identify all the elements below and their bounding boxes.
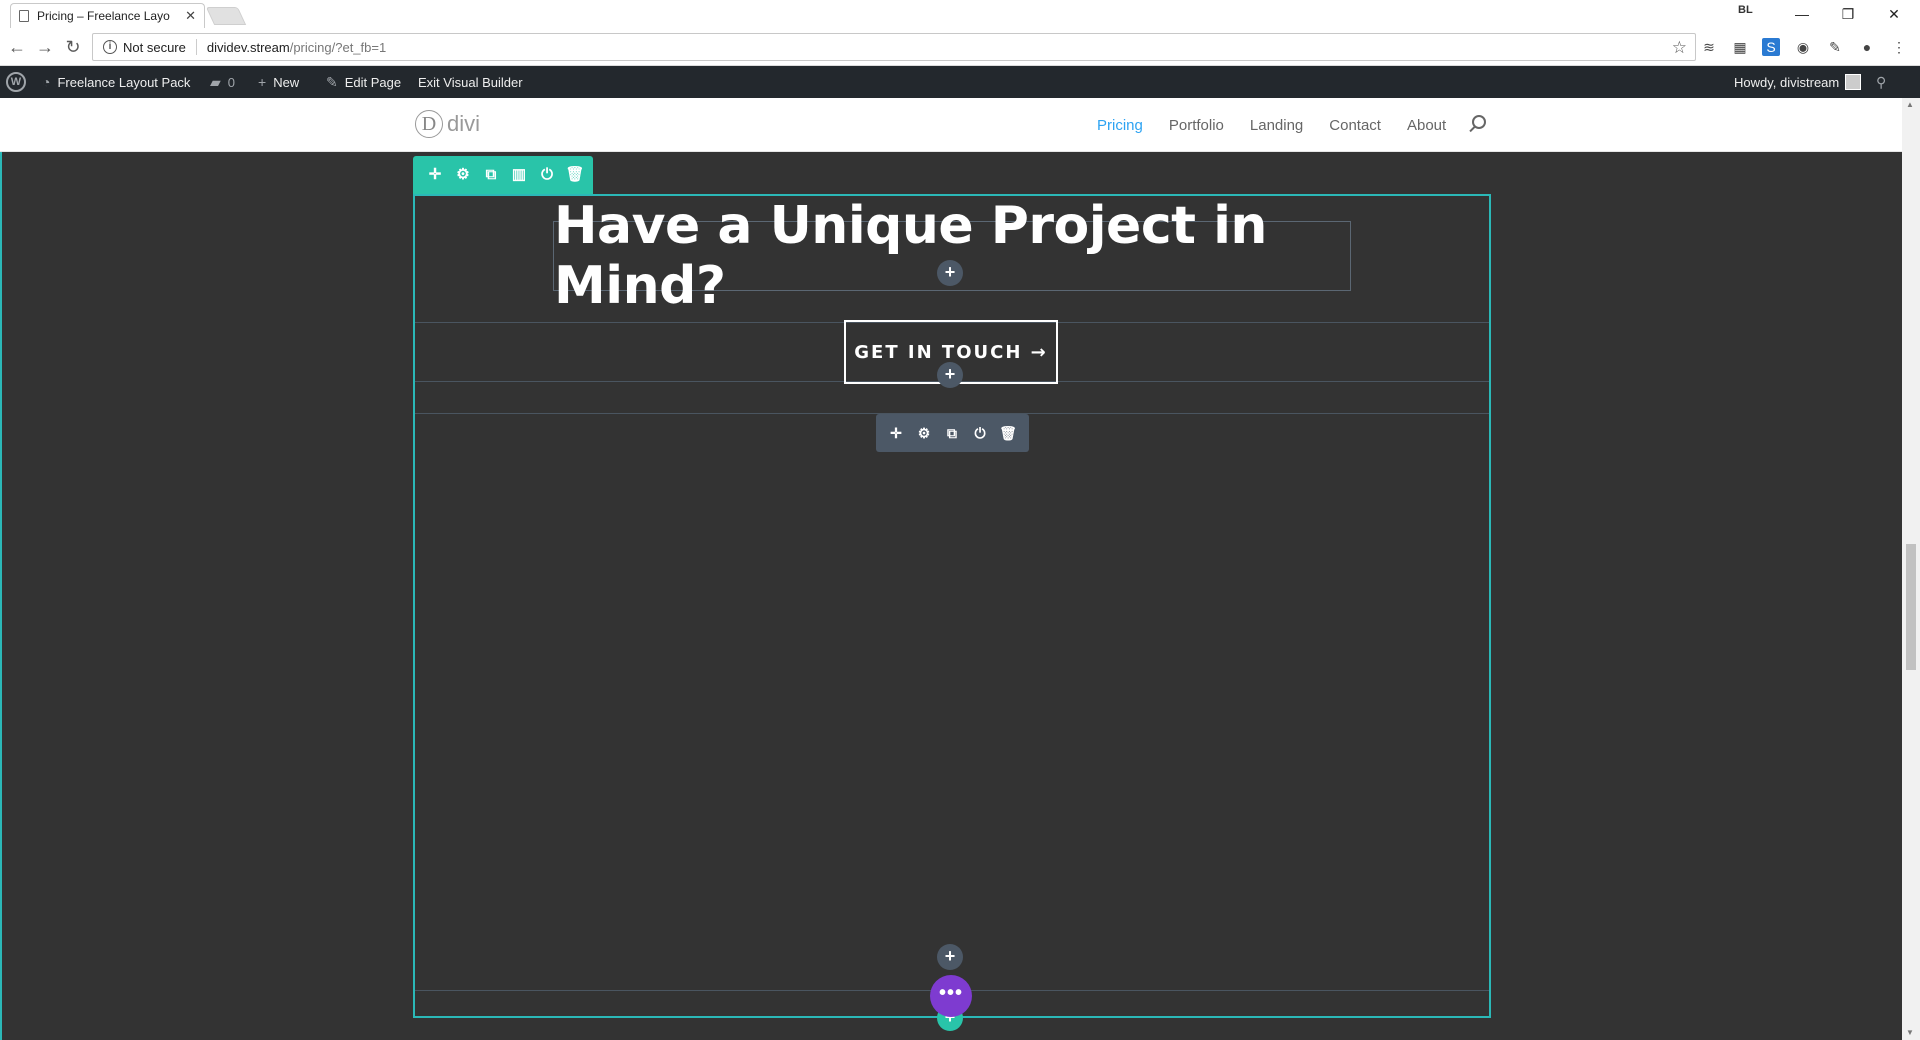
greeting: Howdy, divistream: [1734, 74, 1840, 90]
url-path: /pricing/?et_fb=1: [289, 39, 387, 55]
site-logo[interactable]: D divi: [415, 110, 480, 138]
restore-icon[interactable]: ❐: [1826, 0, 1870, 28]
menu-icon[interactable]: ⋮: [1890, 38, 1908, 56]
browser-toolbar: ← → ↻ i Not secure dividev.stream /prici…: [0, 28, 1920, 66]
section-toolbar: ✛ ⚙ ⧉ ▥ ⏻ 🗑: [413, 156, 593, 194]
menu-item-pricing[interactable]: Pricing: [1097, 117, 1143, 134]
wp-admin-bar: W ◔ Freelance Layout Pack ▰ 0 + New ✎ Ed…: [0, 66, 1920, 98]
divider: [195, 39, 197, 55]
reload-icon[interactable]: ↻: [62, 36, 84, 58]
gear-icon[interactable]: ⚙: [449, 161, 477, 189]
site-header: D divi Pricing Portfolio Landing Contact…: [0, 98, 1902, 152]
address-bar[interactable]: i Not secure dividev.stream /pricing/?et…: [92, 33, 1696, 61]
scroll-down-icon[interactable]: ▼: [1906, 1028, 1914, 1037]
close-tab-icon[interactable]: ✕: [185, 8, 196, 24]
info-icon[interactable]: i: [103, 40, 117, 54]
trash-icon[interactable]: 🗑: [994, 419, 1022, 447]
page-heading: Have a Unique Project in Mind?: [554, 196, 1267, 316]
site-name: Freelance Layout Pack: [57, 74, 191, 90]
bookmark-star-icon[interactable]: ☆: [1672, 38, 1687, 58]
main-menu: Pricing Portfolio Landing Contact About: [1097, 98, 1472, 152]
builder-section[interactable]: [413, 194, 1491, 1018]
add-module-icon[interactable]: +: [937, 260, 963, 286]
extension-badge[interactable]: BL: [1738, 4, 1753, 16]
search-icon[interactable]: [1472, 115, 1486, 129]
close-window-icon[interactable]: ✕: [1872, 0, 1916, 28]
menu-item-landing[interactable]: Landing: [1250, 117, 1303, 134]
menu-item-about[interactable]: About: [1407, 117, 1446, 134]
browser-tabstrip: Pricing – Freelance Layo ✕ BL — ❐ ✕: [0, 0, 1920, 28]
browser-tab[interactable]: Pricing – Freelance Layo ✕: [10, 3, 205, 28]
scrollbar[interactable]: ▲ ▼: [1902, 98, 1920, 1040]
avatar: [1845, 74, 1862, 90]
new-label: New: [273, 74, 300, 90]
add-module-icon[interactable]: +: [937, 362, 963, 388]
evernote-icon[interactable]: ●: [1858, 38, 1876, 56]
new-tab-button[interactable]: [205, 7, 247, 25]
back-icon[interactable]: ←: [6, 36, 28, 58]
edit-label: Edit Page: [344, 74, 402, 90]
comments-count: 0: [227, 74, 236, 90]
row-toolbar: ✛ ⚙ ⧉ ⏻ 🗑: [876, 414, 1029, 452]
save-icon[interactable]: ⏻: [533, 161, 561, 189]
skype-icon[interactable]: S: [1762, 38, 1780, 56]
pen-icon[interactable]: ✎: [1826, 38, 1844, 56]
columns-icon[interactable]: ▥: [505, 161, 533, 189]
duplicate-icon[interactable]: ⧉: [938, 419, 966, 447]
wordpress-icon[interactable]: W: [6, 66, 26, 98]
plus-icon: +: [258, 74, 267, 90]
save-icon[interactable]: ⏻: [966, 419, 994, 447]
exit-visual-builder-link[interactable]: Exit Visual Builder: [418, 66, 523, 98]
minimize-icon[interactable]: —: [1780, 0, 1824, 28]
layers-icon[interactable]: ≋: [1700, 38, 1718, 56]
move-icon[interactable]: ✛: [882, 419, 910, 447]
comments-link[interactable]: ▰ 0: [210, 66, 235, 98]
pencil-icon: ✎: [326, 73, 338, 90]
duplicate-icon[interactable]: ⧉: [477, 161, 505, 189]
trash-icon[interactable]: 🗑: [561, 161, 589, 189]
menu-item-portfolio[interactable]: Portfolio: [1169, 117, 1224, 134]
extension-icon[interactable]: ▦: [1731, 38, 1749, 56]
gear-icon[interactable]: ⚙: [910, 419, 938, 447]
new-content-link[interactable]: + New: [258, 66, 299, 98]
tab-title: Pricing – Freelance Layo: [37, 9, 170, 23]
comment-icon: ▰: [210, 73, 221, 90]
security-label: Not secure: [123, 39, 186, 55]
add-row-icon[interactable]: +: [937, 944, 963, 970]
scroll-up-icon[interactable]: ▲: [1906, 100, 1914, 109]
camera-icon[interactable]: ◉: [1794, 38, 1812, 56]
move-icon[interactable]: ✛: [421, 161, 449, 189]
dashboard-icon: ◔: [42, 74, 51, 90]
site-name-link[interactable]: ◔ Freelance Layout Pack: [42, 66, 190, 98]
logo-mark: D: [415, 110, 443, 138]
logo-text: divi: [447, 111, 481, 136]
scroll-thumb[interactable]: [1906, 544, 1916, 670]
url-host: dividev.stream: [206, 39, 290, 55]
page-icon: [19, 10, 29, 22]
edit-page-link[interactable]: ✎ Edit Page: [326, 66, 401, 98]
forward-icon[interactable]: →: [34, 36, 56, 58]
menu-item-contact[interactable]: Contact: [1329, 117, 1381, 134]
builder-settings-button[interactable]: •••: [930, 975, 972, 1017]
exit-label: Exit Visual Builder: [418, 74, 523, 90]
account-menu[interactable]: Howdy, divistream: [1734, 66, 1862, 98]
admin-search-icon[interactable]: ⚲: [1876, 66, 1886, 98]
